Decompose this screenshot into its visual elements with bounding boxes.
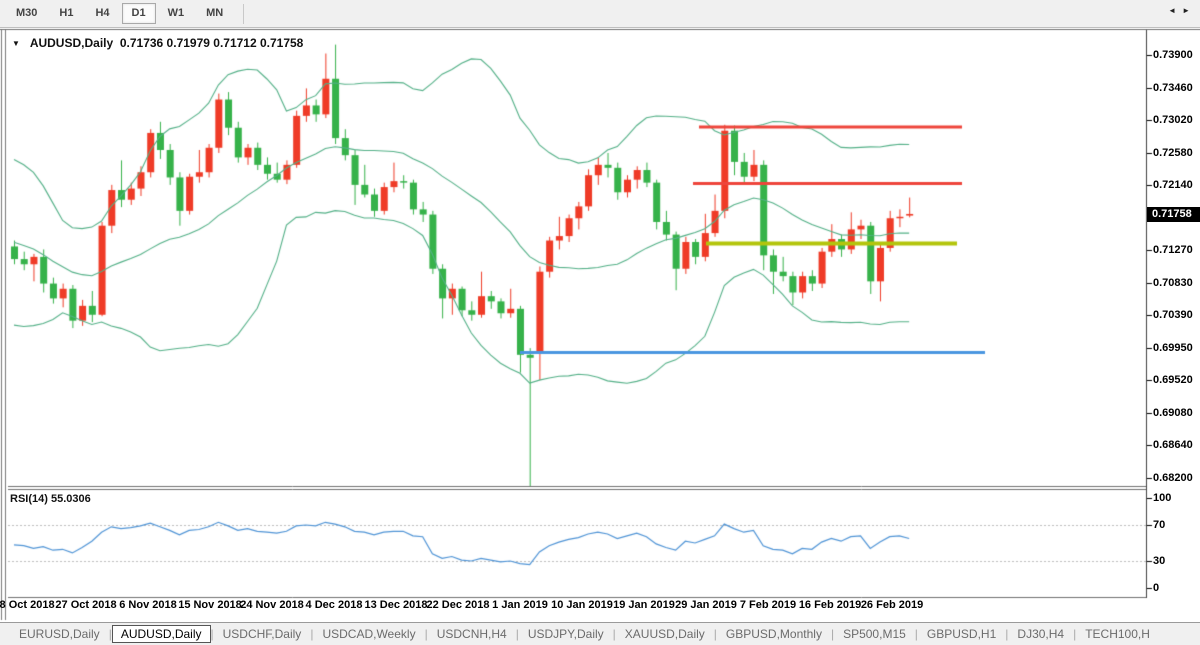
date-tick-label: 15 Nov 2018 (178, 599, 242, 611)
symbol-tab-sp500[interactable]: SP500,M15 (834, 625, 915, 643)
chart-title: ▼ AUDUSD,Daily 0.71736 0.71979 0.71712 0… (12, 36, 303, 50)
price-tick-label: 0.68640 (1153, 438, 1199, 452)
date-tick-label: 29 Jan 2019 (675, 599, 737, 611)
date-tick-label: 19 Jan 2019 (613, 599, 675, 611)
date-tick-label: 4 Dec 2018 (306, 599, 363, 611)
symbol-tab-tech100[interactable]: TECH100,H (1076, 625, 1159, 643)
symbol-tab-gbpusd[interactable]: GBPUSD,H1 (918, 625, 1005, 643)
symbol-tab-audusd[interactable]: AUDUSD,Daily (112, 625, 211, 643)
symbol-tab-gbpusd[interactable]: GBPUSD,Monthly (717, 625, 831, 643)
rsi-indicator-label: RSI(14) 55.0306 (10, 493, 91, 505)
date-tick-label: 13 Dec 2018 (365, 599, 428, 611)
mt4-chart-window: M30H1H4D1W1MN ▼ AUDUSD,Daily 0.71736 0.7… (0, 0, 1200, 645)
date-tick-label: 22 Dec 2018 (427, 599, 490, 611)
date-tick-label: 18 Oct 2018 (0, 599, 55, 611)
price-tick-label: 0.68200 (1153, 471, 1199, 485)
price-tick-label: 0.70830 (1153, 276, 1199, 290)
rsi-tick-label: 100 (1153, 491, 1199, 505)
tab-scroll-arrows[interactable]: ◄► (1168, 6, 1196, 15)
symbol-dropdown-icon[interactable]: ▼ (12, 39, 20, 48)
tab-scroll-right-icon[interactable]: ► (1182, 6, 1196, 15)
symbol-tab-eurusd[interactable]: EURUSD,Daily (10, 625, 109, 643)
price-tick-label: 0.73020 (1153, 113, 1199, 127)
price-tick-label: 0.72140 (1153, 178, 1199, 192)
price-tick-label: 0.72580 (1153, 146, 1199, 160)
price-tick-label: 0.69520 (1153, 373, 1199, 387)
price-tick-label: 0.73460 (1153, 81, 1199, 95)
price-chart-canvas[interactable] (0, 0, 1200, 645)
price-tick-label: 0.69080 (1153, 406, 1199, 420)
rsi-tick-label: 0 (1153, 581, 1199, 595)
symbol-tab-dj30[interactable]: DJ30,H4 (1008, 625, 1073, 643)
date-tick-label: 7 Feb 2019 (740, 599, 796, 611)
price-tick-label: 0.70390 (1153, 308, 1199, 322)
symbol-tab-bar: EURUSD,Daily|AUDUSD,Daily|USDCHF,Daily|U… (0, 622, 1200, 645)
date-tick-label: 1 Jan 2019 (492, 599, 548, 611)
price-tick-label: 0.69950 (1153, 341, 1199, 355)
symbol-tab-xauusd[interactable]: XAUUSD,Daily (616, 625, 714, 643)
current-price-badge: 0.71758 (1147, 207, 1200, 222)
symbol-tab-usdcad[interactable]: USDCAD,Weekly (313, 625, 424, 643)
symbol-tab-usdcnh[interactable]: USDCNH,H4 (428, 625, 516, 643)
rsi-tick-label: 30 (1153, 554, 1199, 568)
date-tick-label: 26 Feb 2019 (861, 599, 923, 611)
date-tick-label: 16 Feb 2019 (799, 599, 861, 611)
symbol-tab-usdjpy[interactable]: USDJPY,Daily (519, 625, 613, 643)
symbol-label: AUDUSD,Daily (30, 36, 113, 50)
date-tick-label: 27 Oct 2018 (55, 599, 116, 611)
symbol-tab-usdchf[interactable]: USDCHF,Daily (214, 625, 311, 643)
tab-scroll-left-icon[interactable]: ◄ (1168, 6, 1182, 15)
date-tick-label: 24 Nov 2018 (240, 599, 304, 611)
price-tick-label: 0.71270 (1153, 243, 1199, 257)
date-tick-label: 10 Jan 2019 (551, 599, 613, 611)
rsi-tick-label: 70 (1153, 518, 1199, 532)
date-tick-label: 6 Nov 2018 (119, 599, 176, 611)
ohlc-values: 0.71736 0.71979 0.71712 0.71758 (120, 36, 304, 50)
price-tick-label: 0.73900 (1153, 48, 1199, 62)
